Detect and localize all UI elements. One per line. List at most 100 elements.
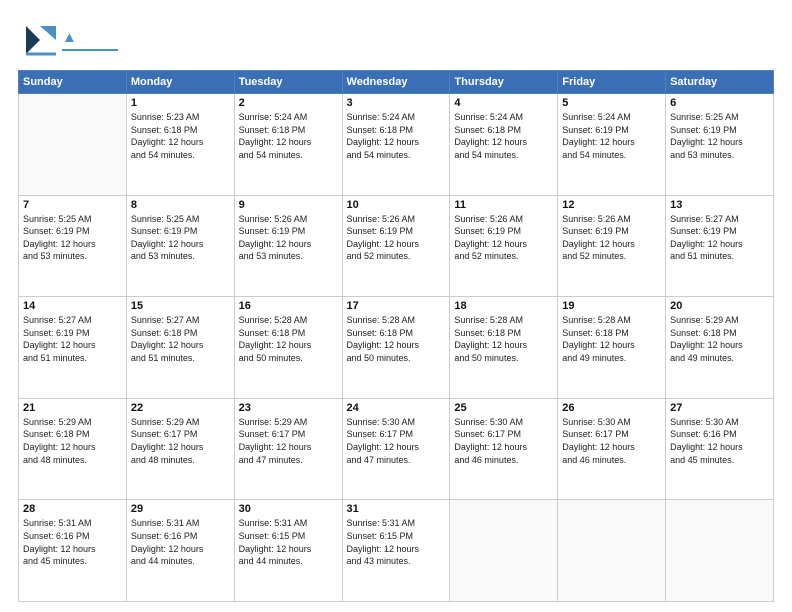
day-info: Sunrise: 5:25 AM Sunset: 6:19 PM Dayligh…	[131, 213, 230, 263]
calendar-cell: 30 Sunrise: 5:31 AM Sunset: 6:15 PM Dayli…	[234, 500, 342, 602]
logo-underline	[62, 49, 118, 51]
day-number: 22	[131, 402, 230, 414]
day-number: 6	[670, 97, 769, 109]
calendar-cell	[558, 500, 666, 602]
weekday-header-wednesday: Wednesday	[342, 71, 450, 94]
calendar-cell	[19, 94, 127, 196]
calendar-cell: 5 Sunrise: 5:24 AM Sunset: 6:19 PM Daylig…	[558, 94, 666, 196]
day-info: Sunrise: 5:23 AM Sunset: 6:18 PM Dayligh…	[131, 111, 230, 161]
day-number: 25	[454, 402, 553, 414]
day-number: 8	[131, 199, 230, 211]
day-number: 14	[23, 300, 122, 312]
day-number: 16	[239, 300, 338, 312]
day-number: 19	[562, 300, 661, 312]
day-info: Sunrise: 5:27 AM Sunset: 6:19 PM Dayligh…	[23, 314, 122, 364]
logo-blue: ▲	[62, 29, 77, 46]
weekday-header-monday: Monday	[126, 71, 234, 94]
calendar-cell: 17 Sunrise: 5:28 AM Sunset: 6:18 PM Dayli…	[342, 297, 450, 399]
day-number: 28	[23, 503, 122, 515]
day-info: Sunrise: 5:29 AM Sunset: 6:17 PM Dayligh…	[239, 416, 338, 466]
calendar-cell: 24Sunrise: 5:30 AM Sunset: 6:17 PM Dayli…	[342, 398, 450, 500]
day-number: 1	[131, 97, 230, 109]
weekday-header-tuesday: Tuesday	[234, 71, 342, 94]
calendar-week-5: 28 Sunrise: 5:31 AM Sunset: 6:16 PM Dayli…	[19, 500, 774, 602]
calendar-table: SundayMondayTuesdayWednesdayThursdayFrid…	[18, 70, 774, 602]
day-info: Sunrise: 5:31 AM Sunset: 6:16 PM Dayligh…	[23, 517, 122, 567]
day-number: 20	[670, 300, 769, 312]
day-info: Sunrise: 5:29 AM Sunset: 6:18 PM Dayligh…	[670, 314, 769, 364]
calendar-cell: 1 Sunrise: 5:23 AM Sunset: 6:18 PM Daylig…	[126, 94, 234, 196]
calendar-cell: 11 Sunrise: 5:26 AM Sunset: 6:19 PM Dayli…	[450, 195, 558, 297]
day-info: Sunrise: 5:25 AM Sunset: 6:19 PM Dayligh…	[23, 213, 122, 263]
calendar-cell: 31 Sunrise: 5:31 AM Sunset: 6:15 PM Dayli…	[342, 500, 450, 602]
day-info: Sunrise: 5:29 AM Sunset: 6:18 PM Dayligh…	[23, 416, 122, 466]
day-info: Sunrise: 5:26 AM Sunset: 6:19 PM Dayligh…	[239, 213, 338, 263]
day-info: Sunrise: 5:31 AM Sunset: 6:16 PM Dayligh…	[131, 517, 230, 567]
day-info: Sunrise: 5:25 AM Sunset: 6:19 PM Dayligh…	[670, 111, 769, 161]
day-number: 7	[23, 199, 122, 211]
calendar-week-3: 14 Sunrise: 5:27 AM Sunset: 6:19 PM Dayli…	[19, 297, 774, 399]
day-info: Sunrise: 5:24 AM Sunset: 6:19 PM Dayligh…	[562, 111, 661, 161]
calendar-cell: 23 Sunrise: 5:29 AM Sunset: 6:17 PM Dayli…	[234, 398, 342, 500]
day-number: 17	[347, 300, 446, 312]
day-number: 15	[131, 300, 230, 312]
day-info: Sunrise: 5:31 AM Sunset: 6:15 PM Dayligh…	[347, 517, 446, 567]
calendar-cell: 10 Sunrise: 5:26 AM Sunset: 6:19 PM Dayli…	[342, 195, 450, 297]
day-number: 30	[239, 503, 338, 515]
calendar-week-1: 1 Sunrise: 5:23 AM Sunset: 6:18 PM Daylig…	[19, 94, 774, 196]
calendar-cell: 28 Sunrise: 5:31 AM Sunset: 6:16 PM Dayli…	[19, 500, 127, 602]
day-number: 23	[239, 402, 338, 414]
day-number: 18	[454, 300, 553, 312]
calendar-header-row: SundayMondayTuesdayWednesdayThursdayFrid…	[19, 71, 774, 94]
day-number: 26	[562, 402, 661, 414]
calendar-cell: 8 Sunrise: 5:25 AM Sunset: 6:19 PM Daylig…	[126, 195, 234, 297]
calendar-cell: 27Sunrise: 5:30 AM Sunset: 6:16 PM Dayli…	[666, 398, 774, 500]
calendar-cell	[666, 500, 774, 602]
day-info: Sunrise: 5:27 AM Sunset: 6:18 PM Dayligh…	[131, 314, 230, 364]
calendar-cell: 14 Sunrise: 5:27 AM Sunset: 6:19 PM Dayli…	[19, 297, 127, 399]
calendar-cell: 25 Sunrise: 5:30 AM Sunset: 6:17 PM Dayli…	[450, 398, 558, 500]
calendar-cell: 22 Sunrise: 5:29 AM Sunset: 6:17 PM Dayli…	[126, 398, 234, 500]
day-number: 13	[670, 199, 769, 211]
weekday-header-sunday: Sunday	[19, 71, 127, 94]
calendar-cell: 29 Sunrise: 5:31 AM Sunset: 6:16 PM Dayli…	[126, 500, 234, 602]
page: ▲ SundayMondayTuesdayWednesdayThursdayFr…	[0, 0, 792, 612]
day-number: 3	[347, 97, 446, 109]
day-info: Sunrise: 5:30 AM Sunset: 6:17 PM Dayligh…	[562, 416, 661, 466]
day-number: 21	[23, 402, 122, 414]
day-number: 27	[670, 402, 769, 414]
day-number: 10	[347, 199, 446, 211]
calendar-cell	[450, 500, 558, 602]
calendar-cell: 26 Sunrise: 5:30 AM Sunset: 6:17 PM Dayli…	[558, 398, 666, 500]
logo-icon	[18, 18, 62, 62]
day-info: Sunrise: 5:24 AM Sunset: 6:18 PM Dayligh…	[239, 111, 338, 161]
calendar-cell: 2 Sunrise: 5:24 AM Sunset: 6:18 PM Daylig…	[234, 94, 342, 196]
day-number: 11	[454, 199, 553, 211]
day-info: Sunrise: 5:31 AM Sunset: 6:15 PM Dayligh…	[239, 517, 338, 567]
day-info: Sunrise: 5:28 AM Sunset: 6:18 PM Dayligh…	[562, 314, 661, 364]
day-info: Sunrise: 5:30 AM Sunset: 6:17 PM Dayligh…	[454, 416, 553, 466]
day-info: Sunrise: 5:24 AM Sunset: 6:18 PM Dayligh…	[347, 111, 446, 161]
weekday-header-saturday: Saturday	[666, 71, 774, 94]
calendar-cell: 20 Sunrise: 5:29 AM Sunset: 6:18 PM Dayli…	[666, 297, 774, 399]
calendar-cell: 18Sunrise: 5:28 AM Sunset: 6:18 PM Dayli…	[450, 297, 558, 399]
calendar-cell: 12 Sunrise: 5:26 AM Sunset: 6:19 PM Dayli…	[558, 195, 666, 297]
day-info: Sunrise: 5:28 AM Sunset: 6:18 PM Dayligh…	[239, 314, 338, 364]
calendar-cell: 13 Sunrise: 5:27 AM Sunset: 6:19 PM Dayli…	[666, 195, 774, 297]
day-info: Sunrise: 5:26 AM Sunset: 6:19 PM Dayligh…	[562, 213, 661, 263]
calendar-week-2: 7 Sunrise: 5:25 AM Sunset: 6:19 PM Daylig…	[19, 195, 774, 297]
day-number: 29	[131, 503, 230, 515]
day-number: 5	[562, 97, 661, 109]
weekday-header-friday: Friday	[558, 71, 666, 94]
header: ▲	[18, 18, 774, 62]
day-info: Sunrise: 5:29 AM Sunset: 6:17 PM Dayligh…	[131, 416, 230, 466]
day-number: 31	[347, 503, 446, 515]
day-info: Sunrise: 5:28 AM Sunset: 6:18 PM Dayligh…	[347, 314, 446, 364]
day-number: 2	[239, 97, 338, 109]
day-info: Sunrise: 5:26 AM Sunset: 6:19 PM Dayligh…	[454, 213, 553, 263]
day-info: Sunrise: 5:27 AM Sunset: 6:19 PM Dayligh…	[670, 213, 769, 263]
day-number: 12	[562, 199, 661, 211]
calendar-cell: 3 Sunrise: 5:24 AM Sunset: 6:18 PM Daylig…	[342, 94, 450, 196]
day-info: Sunrise: 5:26 AM Sunset: 6:19 PM Dayligh…	[347, 213, 446, 263]
day-info: Sunrise: 5:30 AM Sunset: 6:17 PM Dayligh…	[347, 416, 446, 466]
